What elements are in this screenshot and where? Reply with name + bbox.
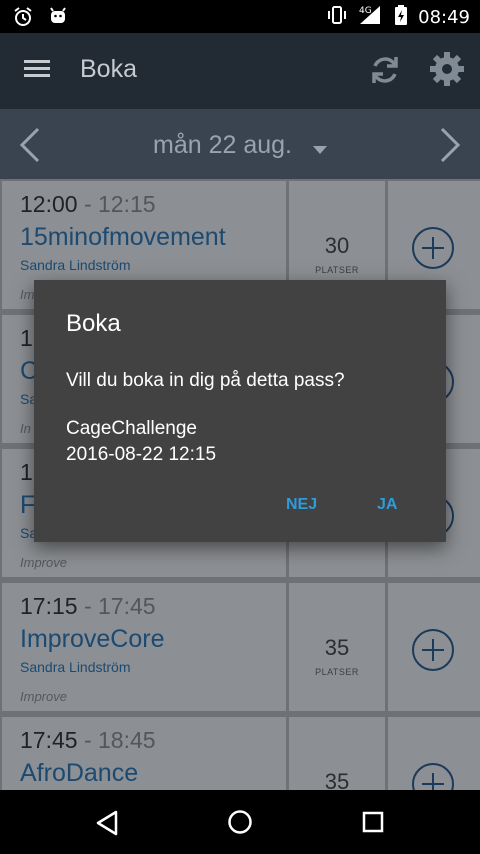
home-icon[interactable] xyxy=(227,809,253,840)
page-title: Boka xyxy=(80,55,137,83)
session-category: Improve xyxy=(20,689,67,704)
recent-apps-icon[interactable] xyxy=(362,811,384,838)
spots-cell: 35 PLATSER xyxy=(289,583,385,711)
status-bar: 4G 08:49 xyxy=(0,0,480,33)
settings-icon[interactable] xyxy=(428,50,466,93)
spots-label: PLATSER xyxy=(315,265,359,275)
selected-date: mån 22 aug. xyxy=(153,131,293,159)
booking-dialog: Boka Vill du boka in dig på detta pass? … xyxy=(34,280,446,542)
spots-cell: 35 xyxy=(289,717,385,790)
svg-text:4G: 4G xyxy=(359,6,372,16)
session-time: 12:00 - 12:15 xyxy=(20,191,156,217)
alarm-icon xyxy=(12,6,34,33)
session-category: Improve xyxy=(20,555,67,570)
session-category: In xyxy=(20,421,31,436)
date-dropdown[interactable]: mån 22 aug. xyxy=(0,131,480,161)
add-booking-icon[interactable] xyxy=(412,227,454,269)
dropdown-arrow-icon xyxy=(312,132,327,161)
date-selector-bar: mån 22 aug. xyxy=(0,109,480,179)
android-icon xyxy=(48,6,68,33)
status-time: 08:49 xyxy=(418,7,470,28)
dialog-datetime: 2016-08-22 12:15 xyxy=(66,444,217,465)
session-time: 17:15 - 17:45 xyxy=(20,593,156,619)
signal-icon: 4G xyxy=(358,4,384,31)
vibrate-icon xyxy=(326,4,348,31)
session-name: ImproveCore xyxy=(20,625,165,653)
dialog-message: Vill du boka in dig på detta pass? xyxy=(66,370,345,391)
battery-icon xyxy=(394,4,408,31)
yes-button[interactable]: JA xyxy=(377,496,397,514)
app-toolbar: Boka xyxy=(0,33,480,109)
dialog-title: Boka xyxy=(66,310,121,337)
next-day-icon[interactable] xyxy=(440,127,462,168)
session-info: 17:45 - 18:45 AfroDance xyxy=(2,717,286,790)
session-time: 1 xyxy=(20,325,33,351)
book-cell xyxy=(388,583,480,711)
session-name: AfroDance xyxy=(20,759,139,787)
session-name: F xyxy=(20,491,36,519)
system-nav-bar xyxy=(0,790,480,854)
session-name: 15minofmovement xyxy=(20,223,226,251)
session-info: 17:15 - 17:45 ImproveCore Sandra Lindstr… xyxy=(2,583,286,711)
no-button[interactable]: NEJ xyxy=(286,496,317,514)
book-cell xyxy=(388,717,480,790)
session-time: 1 xyxy=(20,459,33,485)
spots-count: 35 xyxy=(324,769,350,790)
session-trainer: Sandra Lindström xyxy=(20,659,131,675)
add-booking-icon[interactable] xyxy=(412,763,454,790)
session-time: 17:45 - 18:45 xyxy=(20,727,156,753)
session-row[interactable]: 17:15 - 17:45 ImproveCore Sandra Lindstr… xyxy=(0,581,480,711)
spots-count: 30 xyxy=(324,233,350,258)
dialog-class-name: CageChallenge xyxy=(66,418,197,439)
back-icon[interactable] xyxy=(95,810,119,841)
refresh-icon[interactable] xyxy=(368,53,402,92)
spots-count: 35 xyxy=(324,635,350,660)
session-trainer: Sandra Lindström xyxy=(20,257,131,273)
spots-label: PLATSER xyxy=(315,667,359,677)
menu-icon[interactable] xyxy=(24,59,50,84)
add-booking-icon[interactable] xyxy=(412,629,454,671)
session-row[interactable]: 17:45 - 18:45 AfroDance 35 xyxy=(0,715,480,790)
